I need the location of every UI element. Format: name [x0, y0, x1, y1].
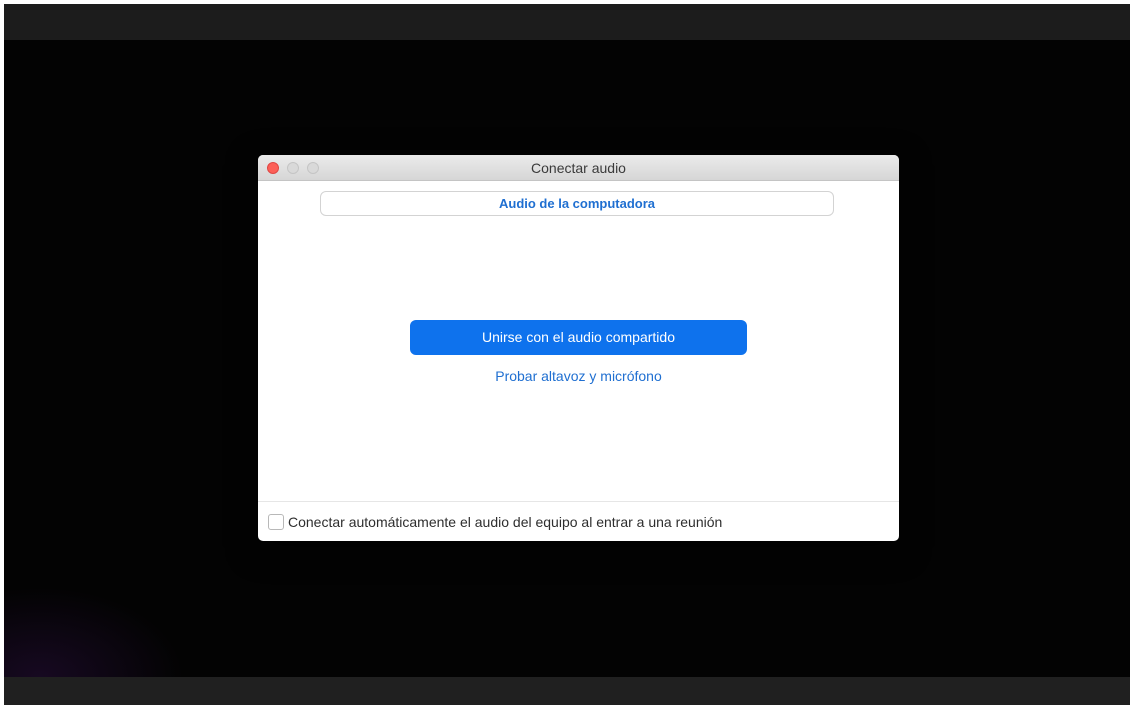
auto-connect-checkbox[interactable] [268, 514, 284, 530]
audio-tab-bar: Audio de la computadora [320, 191, 834, 216]
join-with-audio-button[interactable]: Unirse con el audio compartido [410, 320, 747, 355]
top-bar [4, 4, 1130, 40]
meeting-background: Conectar audio Audio de la computadora U… [4, 4, 1130, 705]
dialog-title: Conectar audio [531, 160, 626, 176]
dialog-footer: Conectar automáticamente el audio del eq… [258, 501, 899, 541]
test-speaker-microphone-link[interactable]: Probar altavoz y micrófono [258, 368, 899, 384]
auto-connect-label[interactable]: Conectar automáticamente el audio del eq… [288, 514, 722, 531]
tab-computer-audio[interactable]: Audio de la computadora [321, 192, 833, 215]
bottom-bar [4, 587, 1130, 705]
background-glow [4, 587, 184, 677]
connect-audio-dialog: Conectar audio Audio de la computadora U… [258, 155, 899, 541]
dialog-titlebar: Conectar audio [258, 155, 899, 181]
